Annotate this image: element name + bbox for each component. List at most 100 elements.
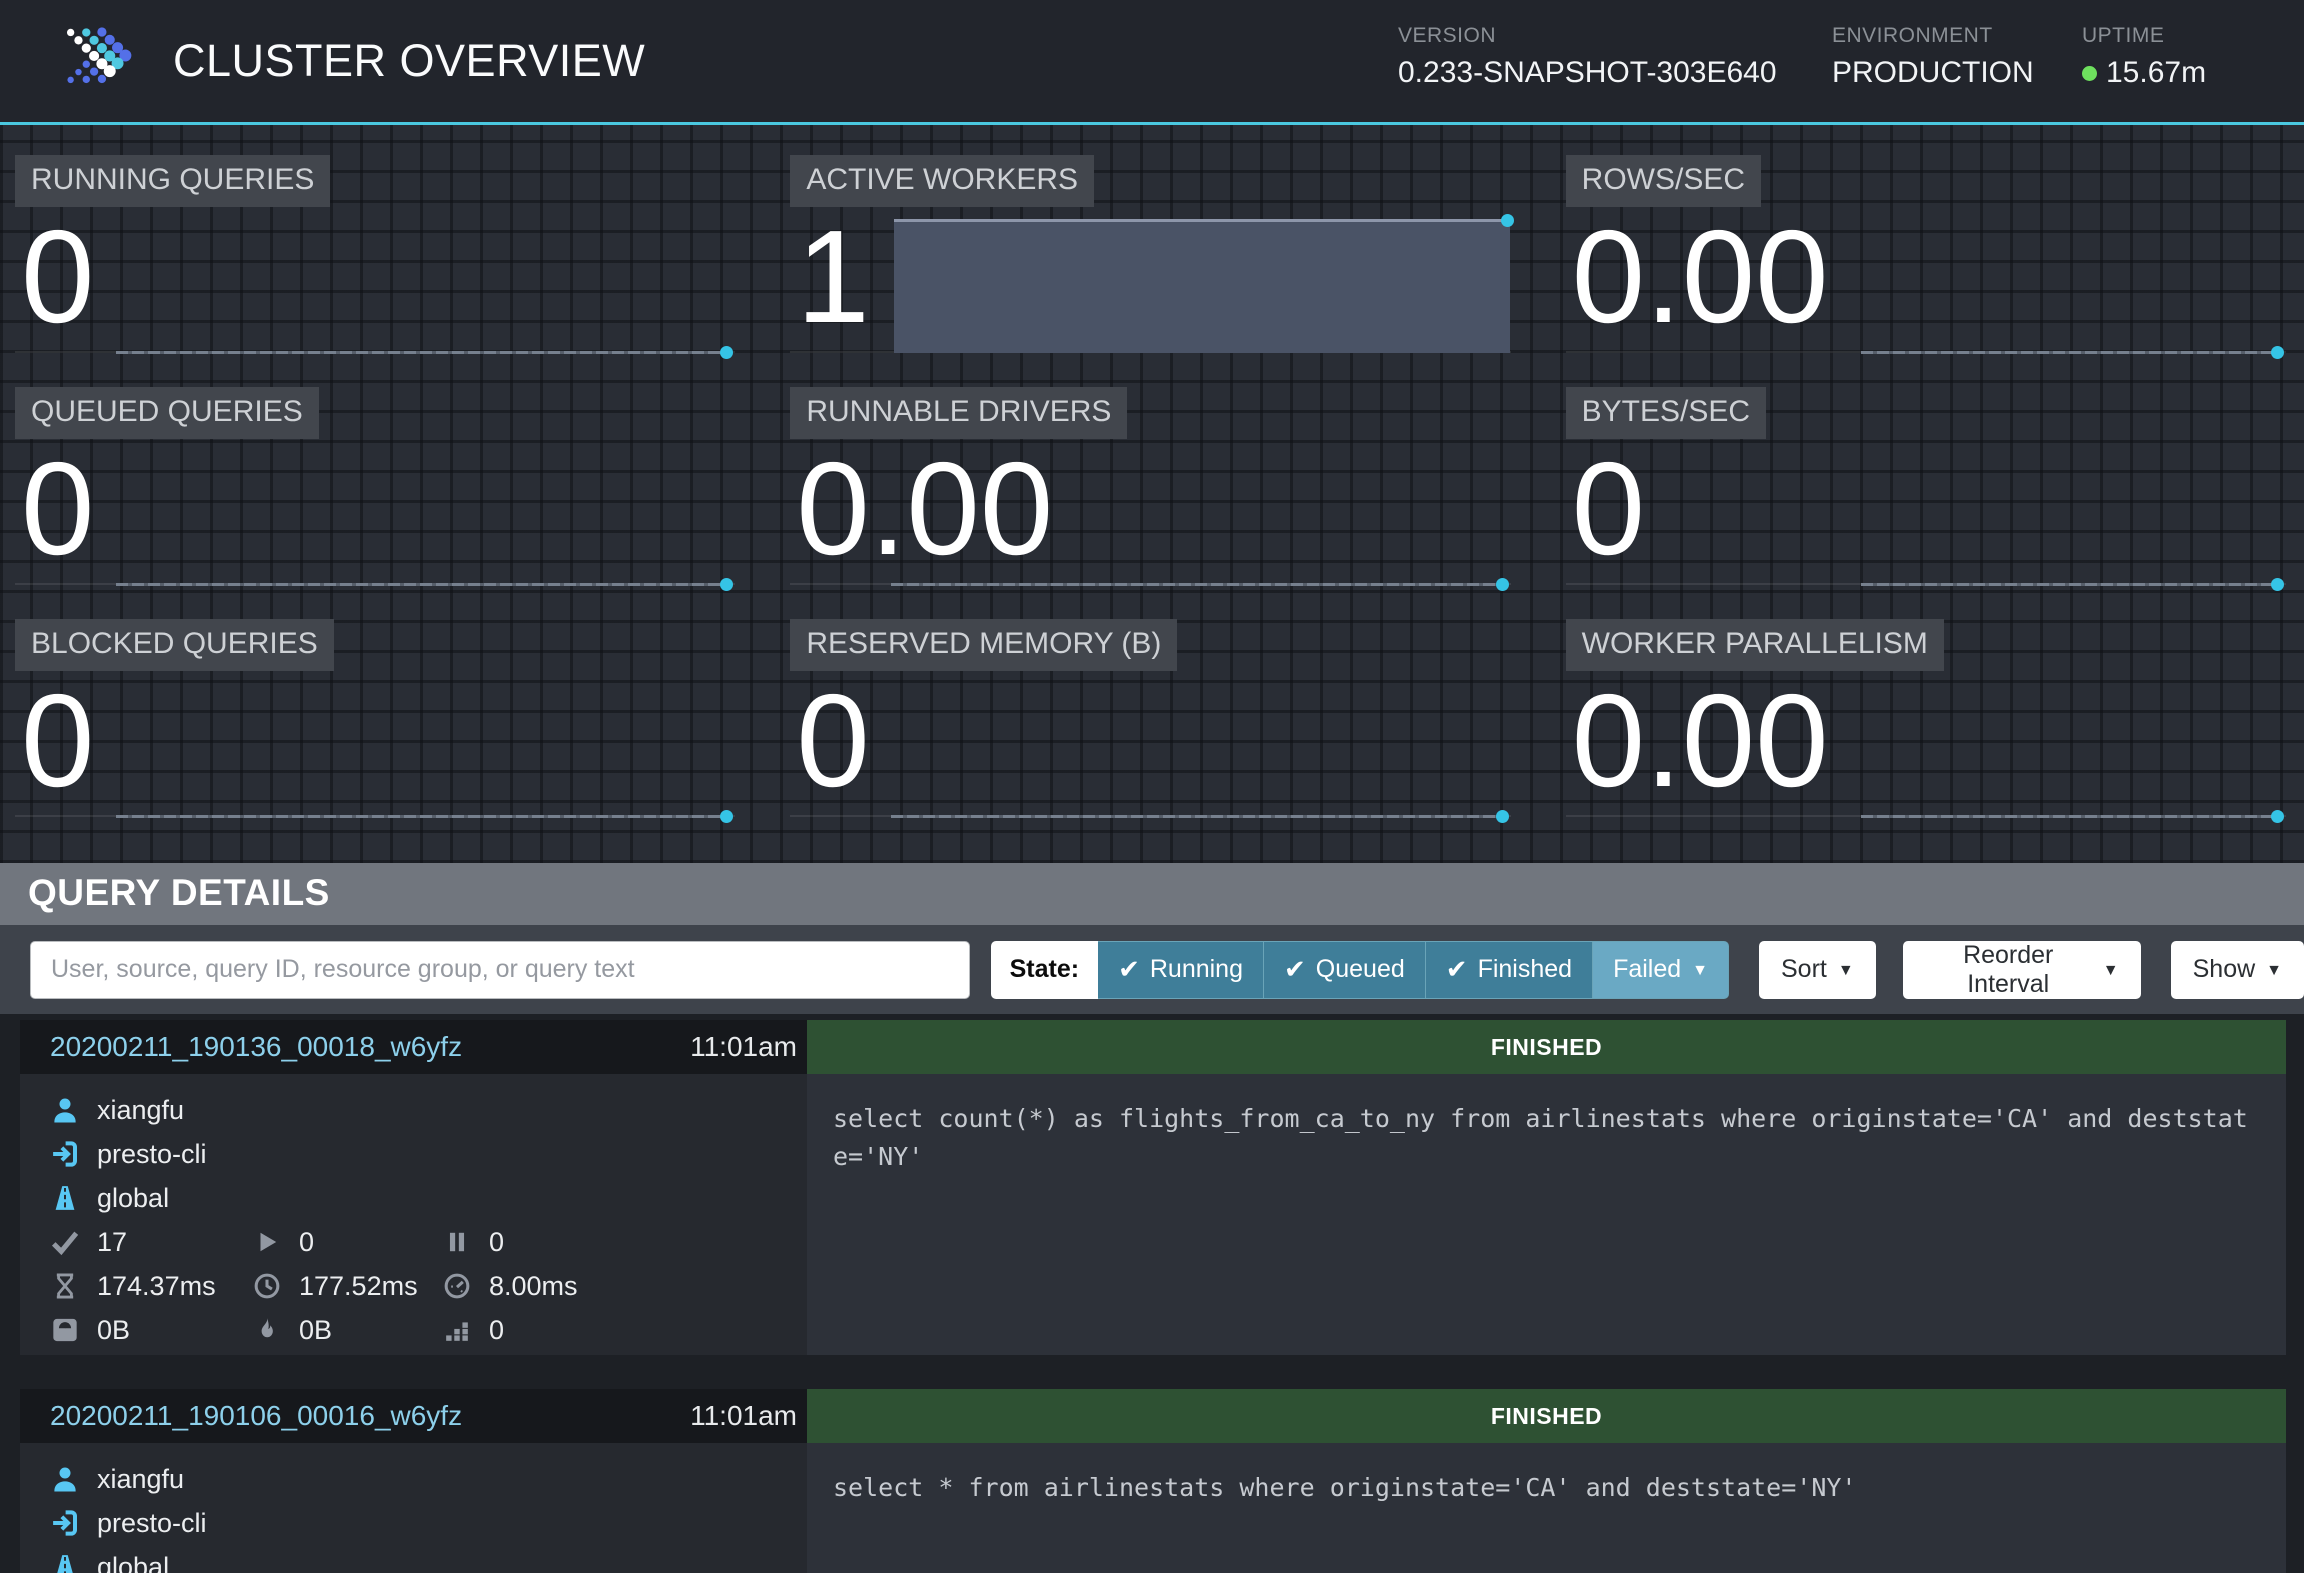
query-resource-group-row: global	[20, 1545, 807, 1573]
clock-icon	[250, 1272, 284, 1300]
state-filter-group: State: ✔ Running ✔ Queued ✔ Finished Fai…	[991, 941, 1729, 999]
metric-tile-active-workers: ACTIVE WORKERS 1	[790, 155, 1510, 355]
environment-info: ENVIRONMENT PRODUCTION	[1832, 24, 2034, 90]
filter-running-button[interactable]: ✔ Running	[1098, 941, 1264, 999]
metric-tile-rows-sec: ROWS/SEC 0.00	[1566, 155, 2286, 355]
cluster-metrics-grid: RUNNING QUERIES 0 ACTIVE WORKERS 1 ROWS/…	[0, 125, 2304, 863]
version-info: VERSION 0.233-SNAPSHOT-303E640	[1398, 24, 1777, 90]
filter-failed-dropdown[interactable]: Failed ▼	[1593, 941, 1729, 999]
metric-value: 0	[796, 675, 869, 807]
query-user: xiangfu	[97, 1464, 184, 1495]
query-header: 20200211_190106_00016_w6yfz 11:01am FINI…	[20, 1389, 2286, 1443]
metric-label: BYTES/SEC	[1566, 387, 1766, 439]
sort-dropdown[interactable]: Sort ▼	[1759, 941, 1876, 999]
metric-tile-runnable-drivers: RUNNABLE DRIVERS 0.00	[790, 387, 1510, 587]
query-body: xiangfu presto-cli global	[20, 1074, 2286, 1355]
chevron-down-icon: ▼	[2103, 962, 2119, 980]
query-user-row: xiangfu	[20, 1457, 807, 1501]
metric-label: RUNNABLE DRIVERS	[790, 387, 1127, 439]
environment-value: PRODUCTION	[1832, 56, 2034, 90]
chevron-down-icon: ▼	[2266, 962, 2282, 980]
scale-icon	[48, 1316, 82, 1344]
play-icon	[250, 1229, 284, 1255]
sparkline	[1861, 815, 2279, 818]
sparkline	[891, 583, 1503, 586]
query-meta-panel: xiangfu presto-cli global	[20, 1074, 807, 1355]
show-dropdown[interactable]: Show ▼	[2171, 941, 2304, 999]
sign-in-icon	[48, 1139, 82, 1169]
road-icon	[48, 1183, 82, 1213]
query-id-link[interactable]: 20200211_190106_00016_w6yfz	[50, 1400, 462, 1432]
query-filter-toolbar: State: ✔ Running ✔ Queued ✔ Finished Fai…	[0, 925, 2304, 1014]
app-header: CLUSTER OVERVIEW VERSION 0.233-SNAPSHOT-…	[0, 0, 2304, 125]
query-resource-group: global	[97, 1183, 169, 1214]
query-memory-row: 0B 0B 0	[20, 1308, 807, 1352]
sparkline	[116, 351, 728, 354]
query-header-left: 20200211_190106_00016_w6yfz 11:01am	[20, 1389, 807, 1443]
metric-value: 0	[21, 675, 94, 807]
road-icon	[48, 1552, 82, 1573]
query-user: xiangfu	[97, 1095, 184, 1126]
query-meta-panel: xiangfu presto-cli global	[20, 1443, 807, 1573]
current-memory: 0B	[97, 1315, 130, 1346]
hourglass-icon	[48, 1272, 82, 1300]
metric-value: 0.00	[1572, 675, 1829, 807]
running-splits: 0	[299, 1227, 314, 1258]
queued-splits: 0	[489, 1227, 504, 1258]
chevron-down-icon: ▼	[1692, 962, 1708, 980]
metric-label: WORKER PARALLELISM	[1566, 619, 1944, 671]
query-source-row: presto-cli	[20, 1501, 807, 1545]
total-time: 177.52ms	[299, 1271, 418, 1302]
metric-tile-bytes-sec: BYTES/SEC 0	[1566, 387, 2286, 587]
uptime-status-icon	[2082, 66, 2097, 81]
active-workers-area-chart	[894, 219, 1510, 353]
query-resource-group-row: global	[20, 1176, 807, 1220]
query-source: presto-cli	[97, 1508, 207, 1539]
flame-icon	[250, 1316, 284, 1344]
state-label: State:	[991, 941, 1098, 999]
sparkline	[891, 815, 1503, 818]
query-sql-text: select count(*) as flights_from_ca_to_ny…	[807, 1074, 2286, 1355]
query-time: 11:01am	[690, 1400, 797, 1432]
environment-label: ENVIRONMENT	[1832, 24, 2034, 48]
version-label: VERSION	[1398, 24, 1777, 48]
wall-time: 174.37ms	[97, 1271, 216, 1302]
sparkline	[1861, 583, 2279, 586]
version-value: 0.233-SNAPSHOT-303E640	[1398, 56, 1777, 90]
check-icon: ✔	[1446, 954, 1468, 985]
sparkline	[1861, 351, 2279, 354]
uptime-label: UPTIME	[2082, 24, 2206, 48]
query-sql-text: select * from airlinestats where origins…	[807, 1443, 2286, 1573]
query-header-left: 20200211_190136_00018_w6yfz 11:01am	[20, 1020, 807, 1074]
bar-dots-icon	[440, 1317, 474, 1343]
query-splits-row: 17 0 0	[20, 1220, 807, 1264]
filter-queued-button[interactable]: ✔ Queued	[1264, 941, 1426, 999]
query-body: xiangfu presto-cli global select * from …	[20, 1443, 2286, 1573]
query-header: 20200211_190136_00018_w6yfz 11:01am FINI…	[20, 1020, 2286, 1074]
query-times-row: 174.37ms 177.52ms 8.00ms	[20, 1264, 807, 1308]
metric-label: ACTIVE WORKERS	[790, 155, 1094, 207]
metric-value: 0.00	[1572, 211, 1829, 343]
sparkline	[116, 815, 728, 818]
uptime-info: UPTIME 15.67m	[2082, 24, 2206, 90]
user-icon	[48, 1095, 82, 1125]
metric-value: 1	[796, 211, 869, 343]
search-input[interactable]	[30, 941, 970, 999]
metric-tile-blocked-queries: BLOCKED QUERIES 0	[15, 619, 735, 819]
presto-logo-icon	[55, 15, 147, 107]
gauge-icon	[440, 1272, 474, 1300]
query-card: 20200211_190136_00018_w6yfz 11:01am FINI…	[20, 1020, 2286, 1355]
metric-label: BLOCKED QUERIES	[15, 619, 334, 671]
query-resource-group: global	[97, 1552, 169, 1573]
status-badge: FINISHED	[807, 1020, 2286, 1074]
page-title: CLUSTER OVERVIEW	[173, 35, 645, 87]
query-id-link[interactable]: 20200211_190136_00018_w6yfz	[50, 1031, 462, 1063]
filter-finished-button[interactable]: ✔ Finished	[1426, 941, 1593, 999]
query-list: 20200211_190136_00018_w6yfz 11:01am FINI…	[0, 1014, 2304, 1573]
metric-value: 0.00	[796, 443, 1053, 575]
reorder-interval-dropdown[interactable]: Reorder Interval ▼	[1903, 941, 2141, 999]
sign-in-icon	[48, 1508, 82, 1538]
query-time: 11:01am	[690, 1031, 797, 1063]
peak-memory: 0B	[299, 1315, 332, 1346]
check-icon: ✔	[1118, 954, 1140, 985]
